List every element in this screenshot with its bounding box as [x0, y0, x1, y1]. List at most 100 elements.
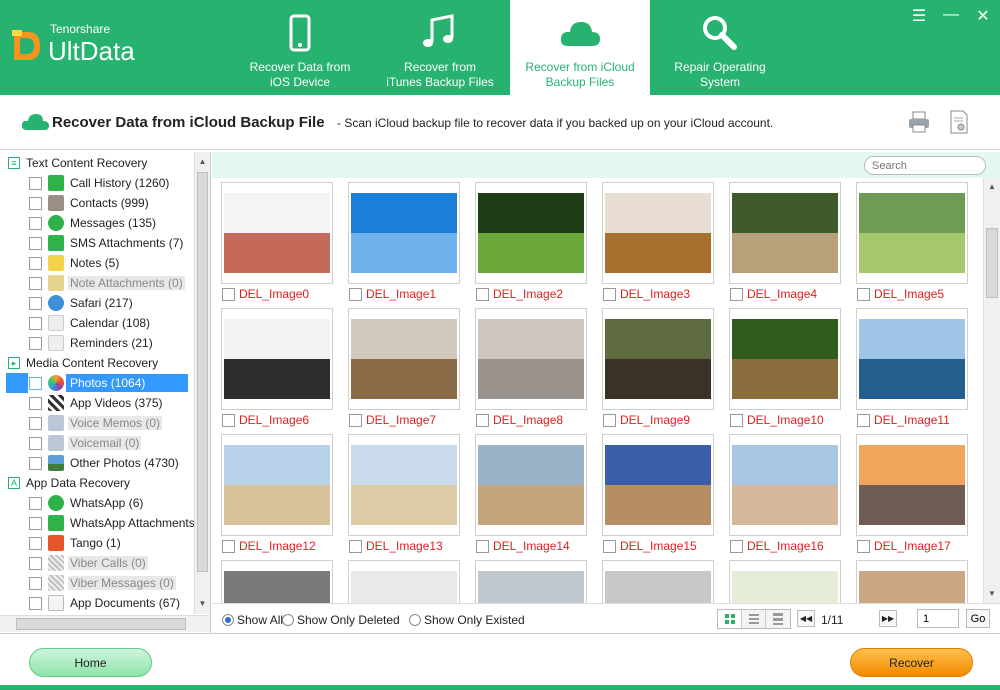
sidebar-item-viber-messages[interactable]: Viber Messages (0) [0, 573, 194, 593]
category-media-content[interactable]: ▸ Media Content Recovery [8, 353, 158, 373]
next-page-icon[interactable]: ▶▶ [879, 610, 897, 627]
recover-button[interactable]: Recover [850, 648, 973, 677]
sidebar-item-tango[interactable]: Tango (1) [0, 533, 194, 553]
photo-thumbnail[interactable] [729, 182, 841, 284]
search-input[interactable] [864, 156, 986, 175]
photo-thumbnail[interactable] [348, 560, 460, 603]
checkbox[interactable] [29, 436, 42, 450]
list-view-icon[interactable] [766, 610, 790, 628]
minimize-icon[interactable]: — [942, 6, 960, 26]
sidebar-item-call-history[interactable]: Call History (1260) [0, 173, 194, 193]
sidebar-item-whatsapp[interactable]: WhatsApp (6) [0, 493, 194, 513]
photo-checkbox[interactable] [222, 540, 235, 553]
photo-thumbnail[interactable] [348, 182, 460, 284]
checkbox[interactable] [29, 256, 42, 270]
menu-icon[interactable]: ☰ [910, 6, 928, 26]
scroll-down-icon[interactable]: ▼ [984, 587, 1000, 601]
photo-checkbox[interactable] [476, 288, 489, 301]
photo-checkbox[interactable] [603, 288, 616, 301]
photo-grid-scrollbar[interactable]: ▲ ▼ [983, 178, 1000, 603]
scroll-down-icon[interactable]: ▼ [195, 596, 210, 612]
photo-thumbnail[interactable] [221, 434, 333, 536]
sidebar-item-note-attachments[interactable]: Note Attachments (0) [0, 273, 194, 293]
photo-checkbox[interactable] [603, 540, 616, 553]
tab-recover-icloud-backup[interactable]: Recover from iCloud Backup Files [510, 0, 650, 95]
photo-thumbnail[interactable] [475, 182, 587, 284]
checkbox[interactable] [29, 176, 42, 190]
photo-thumbnail[interactable] [602, 182, 714, 284]
sidebar-item-contacts[interactable]: Contacts (999) [0, 193, 194, 213]
checkbox[interactable] [29, 376, 42, 390]
checkbox[interactable] [29, 316, 42, 330]
printer-icon[interactable] [906, 109, 932, 135]
sidebar-horizontal-scrollbar[interactable] [0, 615, 210, 632]
radio-button[interactable] [222, 614, 234, 626]
checkbox[interactable] [29, 576, 42, 590]
tab-recover-ios-device[interactable]: Recover Data from iOS Device [230, 0, 370, 95]
checkbox[interactable] [29, 596, 42, 610]
category-text-content[interactable]: ≡ Text Content Recovery [8, 153, 147, 173]
photo-checkbox[interactable] [730, 414, 743, 427]
go-button[interactable]: Go [966, 609, 990, 628]
photo-thumbnail[interactable] [729, 434, 841, 536]
sidebar-item-safari[interactable]: Safari (217) [0, 293, 194, 313]
checkbox[interactable] [29, 556, 42, 570]
photo-checkbox[interactable] [349, 288, 362, 301]
photo-checkbox[interactable] [222, 288, 235, 301]
photo-checkbox[interactable] [730, 540, 743, 553]
radio-button[interactable] [409, 614, 421, 626]
sidebar-item-notes[interactable]: Notes (5) [0, 253, 194, 273]
checkbox[interactable] [29, 536, 42, 550]
tab-repair-operating-system[interactable]: Repair Operating System [650, 0, 790, 95]
expand-icon[interactable]: ▸ [8, 357, 20, 369]
filter-show-all[interactable]: Show All [222, 613, 283, 627]
checkbox[interactable] [29, 416, 42, 430]
photo-checkbox[interactable] [857, 540, 870, 553]
scroll-thumb[interactable] [197, 172, 208, 572]
photo-thumbnail[interactable] [602, 434, 714, 536]
photo-checkbox[interactable] [603, 414, 616, 427]
photo-thumbnail[interactable] [221, 308, 333, 410]
photo-checkbox[interactable] [476, 414, 489, 427]
photo-thumbnail[interactable] [729, 308, 841, 410]
sidebar-item-sms-attachments[interactable]: SMS Attachments (7) [0, 233, 194, 253]
photo-checkbox[interactable] [476, 540, 489, 553]
sidebar-item-voicemail[interactable]: Voicemail (0) [0, 433, 194, 453]
scroll-thumb[interactable] [986, 228, 998, 298]
photo-thumbnail[interactable] [221, 182, 333, 284]
checkbox[interactable] [29, 296, 42, 310]
radio-button[interactable] [282, 614, 294, 626]
expand-icon[interactable]: A [8, 477, 20, 489]
sidebar-item-messages[interactable]: Messages (135) [0, 213, 194, 233]
photo-thumbnail[interactable] [602, 560, 714, 603]
checkbox[interactable] [29, 456, 42, 470]
checkbox[interactable] [29, 516, 42, 530]
checkbox[interactable] [29, 196, 42, 210]
photo-thumbnail[interactable] [856, 182, 968, 284]
photo-checkbox[interactable] [222, 414, 235, 427]
photo-thumbnail[interactable] [475, 434, 587, 536]
sidebar-item-viber-calls[interactable]: Viber Calls (0) [0, 553, 194, 573]
filter-show-only-existed[interactable]: Show Only Existed [409, 613, 525, 627]
checkbox[interactable] [29, 236, 42, 250]
checkbox[interactable] [29, 396, 42, 410]
sidebar-item-whatsapp-attachments[interactable]: WhatsApp Attachments ( [0, 513, 194, 533]
filter-show-only-deleted[interactable]: Show Only Deleted [282, 613, 400, 627]
photo-checkbox[interactable] [857, 288, 870, 301]
export-document-icon[interactable] [946, 109, 972, 135]
photo-thumbnail[interactable] [475, 560, 587, 603]
photo-checkbox[interactable] [857, 414, 870, 427]
sidebar-vertical-scrollbar[interactable]: ▲ ▼ [194, 152, 210, 614]
photo-checkbox[interactable] [730, 288, 743, 301]
photo-thumbnail[interactable] [602, 308, 714, 410]
photo-thumbnail[interactable] [856, 308, 968, 410]
scroll-up-icon[interactable]: ▲ [984, 180, 1000, 194]
photo-thumbnail[interactable] [221, 560, 333, 603]
tab-recover-itunes-backup[interactable]: Recover from iTunes Backup Files [370, 0, 510, 95]
category-app-data[interactable]: A App Data Recovery [8, 473, 130, 493]
home-button[interactable]: Home [29, 648, 152, 677]
photo-thumbnail[interactable] [348, 308, 460, 410]
scroll-up-icon[interactable]: ▲ [195, 154, 210, 170]
page-number-input[interactable] [917, 609, 959, 628]
photo-thumbnail[interactable] [856, 560, 968, 603]
